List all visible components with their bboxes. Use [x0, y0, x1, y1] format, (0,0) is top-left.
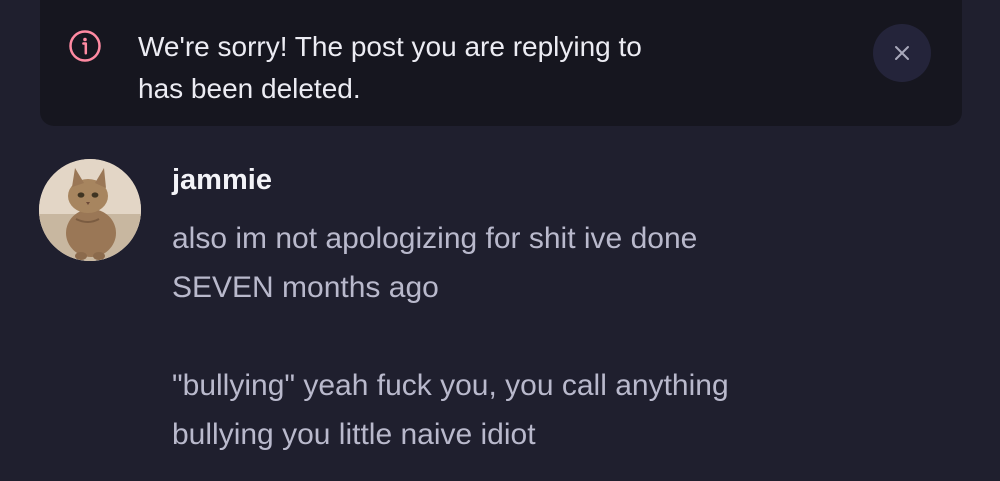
cat-avatar — [39, 159, 141, 261]
info-icon — [69, 30, 101, 62]
post-message: also im not apologizing for shit ive don… — [172, 214, 972, 459]
message-paragraph: "bullying" yeah fuck you, you call anyth… — [172, 369, 729, 451]
notice-message: We're sorry! The post you are replying t… — [138, 31, 642, 104]
username[interactable]: jammie — [172, 164, 272, 197]
close-button[interactable] — [873, 24, 931, 82]
close-icon — [895, 46, 909, 60]
avatar[interactable] — [39, 159, 141, 261]
message-paragraph: also im not apologizing for shit ive don… — [172, 222, 698, 304]
